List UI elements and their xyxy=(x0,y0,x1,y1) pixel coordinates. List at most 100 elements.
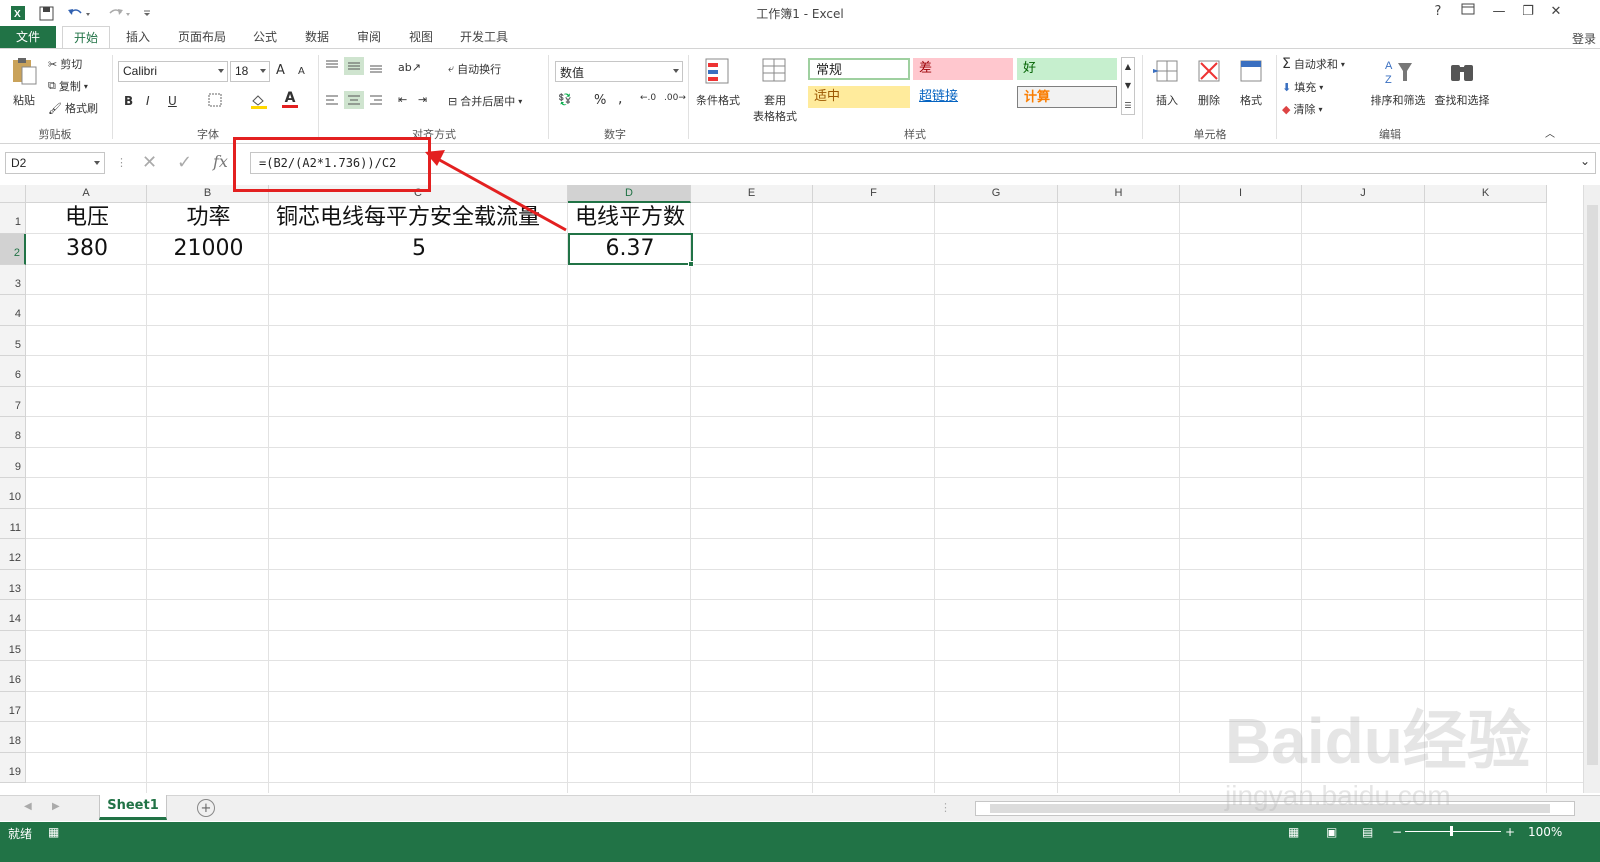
insert-function-icon[interactable]: fx xyxy=(213,152,228,171)
format-cells-button[interactable]: 格式 xyxy=(1232,55,1270,108)
paste-button[interactable]: 粘贴 xyxy=(6,55,42,108)
underline-button[interactable]: U xyxy=(168,94,177,108)
zoom-slider-thumb[interactable] xyxy=(1450,826,1453,836)
row-header-16[interactable]: 16 xyxy=(0,661,26,692)
align-middle-button[interactable] xyxy=(344,57,364,75)
format-as-table-button[interactable]: 套用 表格格式 xyxy=(746,55,804,124)
style-calculation[interactable]: 计算 xyxy=(1017,86,1117,108)
delete-cells-button[interactable]: 删除 xyxy=(1190,55,1228,108)
italic-button[interactable]: I xyxy=(146,94,150,108)
formula-input[interactable]: =(B2/(A2*1.736))/C2 xyxy=(250,152,1596,174)
comma-button[interactable]: , xyxy=(618,91,622,107)
grow-font-button[interactable]: A xyxy=(276,63,285,78)
row-header-12[interactable]: 12 xyxy=(0,539,26,570)
tab-review[interactable]: 审阅 xyxy=(348,26,390,49)
cell-A2[interactable]: 380 xyxy=(27,234,147,264)
normal-view-icon[interactable]: ▦ xyxy=(1288,825,1299,839)
macro-record-icon[interactable]: ▦ xyxy=(48,825,59,839)
row-header-9[interactable]: 9 xyxy=(0,448,26,478)
row-header-14[interactable]: 14 xyxy=(0,600,26,631)
fill-button[interactable]: ⬇ 填充 ▾ xyxy=(1282,79,1323,95)
zoom-slider[interactable] xyxy=(1405,831,1501,832)
row-header-7[interactable]: 7 xyxy=(0,387,26,417)
cell-D1[interactable]: 电线平方数 xyxy=(569,203,691,233)
increase-decimal-button[interactable]: ←.0 xyxy=(640,93,656,103)
tab-page-layout[interactable]: 页面布局 xyxy=(170,26,234,49)
conditional-format-button[interactable]: 条件格式 xyxy=(692,55,744,108)
find-select-button[interactable]: 查找和选择 xyxy=(1432,55,1492,108)
row-header-4[interactable]: 4 xyxy=(0,295,26,326)
close-button[interactable]: ✕ xyxy=(1543,2,1569,22)
column-header-A[interactable]: A xyxy=(26,185,147,203)
tab-data[interactable]: 数据 xyxy=(296,26,338,49)
zoom-in-button[interactable]: + xyxy=(1505,825,1515,839)
style-good[interactable]: 好 xyxy=(1017,58,1117,80)
cell-B1[interactable]: 功率 xyxy=(148,203,269,233)
row-header-5[interactable]: 5 xyxy=(0,326,26,356)
column-header-G[interactable]: G xyxy=(935,185,1058,203)
row-header-17[interactable]: 17 xyxy=(0,692,26,722)
tab-developer[interactable]: 开发工具 xyxy=(452,26,516,49)
shrink-font-button[interactable]: A xyxy=(298,66,305,77)
decrease-decimal-button[interactable]: .00→ xyxy=(664,93,686,103)
font-color-button[interactable]: A xyxy=(282,91,298,108)
tab-formulas[interactable]: 公式 xyxy=(244,26,286,49)
cell-C2[interactable]: 5 xyxy=(270,234,568,264)
bold-button[interactable]: B xyxy=(124,94,133,108)
accounting-format-button[interactable]: 💱 xyxy=(558,93,572,106)
prev-sheet-icon[interactable]: ◀ xyxy=(24,801,32,812)
expand-formula-bar-icon[interactable]: ⌄ xyxy=(1580,154,1590,168)
select-all-corner[interactable] xyxy=(0,185,26,203)
vertical-scrollbar[interactable] xyxy=(1583,185,1600,793)
add-sheet-button[interactable]: + xyxy=(197,799,215,817)
cell-C1[interactable]: 铜芯电线每平方安全载流量 xyxy=(276,203,568,233)
vertical-scroll-thumb[interactable] xyxy=(1587,205,1598,765)
zoom-level[interactable]: 100% xyxy=(1528,825,1562,839)
collapse-ribbon-button[interactable]: ︿ xyxy=(1545,125,1555,140)
number-format-select[interactable]: 数值 xyxy=(555,61,683,82)
insert-cells-button[interactable]: 插入 xyxy=(1148,55,1186,108)
copy-button[interactable]: ⧉ 复制 ▾ xyxy=(48,78,88,94)
column-header-D[interactable]: D xyxy=(568,185,691,203)
sort-filter-button[interactable]: AZ 排序和筛选 xyxy=(1366,55,1430,108)
row-header-19[interactable]: 19 xyxy=(0,753,26,783)
row-header-6[interactable]: 6 xyxy=(0,356,26,387)
minimize-button[interactable]: — xyxy=(1486,2,1512,22)
cancel-edit-icon[interactable]: ✕ xyxy=(142,152,157,173)
column-header-I[interactable]: I xyxy=(1180,185,1302,203)
align-top-button[interactable] xyxy=(324,59,340,73)
style-hyperlink[interactable]: 超链接 xyxy=(913,86,1013,108)
increase-indent-button[interactable]: ⇥ xyxy=(418,93,427,106)
row-header-11[interactable]: 11 xyxy=(0,509,26,539)
row-header-1[interactable]: 1 xyxy=(0,203,26,234)
column-header-E[interactable]: E xyxy=(691,185,813,203)
next-sheet-icon[interactable]: ▶ xyxy=(52,801,60,812)
fill-handle[interactable] xyxy=(688,261,694,267)
cell-A1[interactable]: 电压 xyxy=(27,203,147,233)
style-bad[interactable]: 差 xyxy=(913,58,1013,80)
fill-color-button[interactable] xyxy=(250,93,268,109)
decrease-indent-button[interactable]: ⇤ xyxy=(398,93,407,106)
confirm-edit-icon[interactable]: ✓ xyxy=(177,152,192,173)
merge-center-button[interactable]: ⊟ 合并后居中 ▾ xyxy=(448,93,522,109)
page-break-view-icon[interactable]: ▤ xyxy=(1362,825,1373,839)
autosum-button[interactable]: Σ 自动求和 ▾ xyxy=(1282,56,1345,72)
row-header-3[interactable]: 3 xyxy=(0,265,26,295)
percent-button[interactable]: % xyxy=(594,93,606,108)
wrap-text-button[interactable]: ⤶ 自动换行 xyxy=(448,61,501,77)
ribbon-display-icon[interactable] xyxy=(1455,2,1481,22)
font-name-select[interactable]: Calibri xyxy=(118,61,228,82)
sheet-tab-sheet1[interactable]: Sheet1 xyxy=(99,795,167,820)
column-header-K[interactable]: K xyxy=(1425,185,1547,203)
align-bottom-button[interactable] xyxy=(368,59,384,73)
styles-gallery-scroll[interactable]: ▲ ▼ ☰ xyxy=(1121,57,1135,115)
column-header-J[interactable]: J xyxy=(1302,185,1425,203)
style-normal[interactable]: 常规 xyxy=(808,58,910,80)
login-link[interactable]: 登录 xyxy=(1572,30,1596,47)
row-header-10[interactable]: 10 xyxy=(0,478,26,509)
row-header-2[interactable]: 2 xyxy=(0,234,26,265)
align-left-button[interactable] xyxy=(324,93,340,107)
row-header-13[interactable]: 13 xyxy=(0,570,26,600)
align-center-button[interactable] xyxy=(344,91,364,109)
format-painter-button[interactable]: 🖌 格式刷 xyxy=(48,100,98,116)
